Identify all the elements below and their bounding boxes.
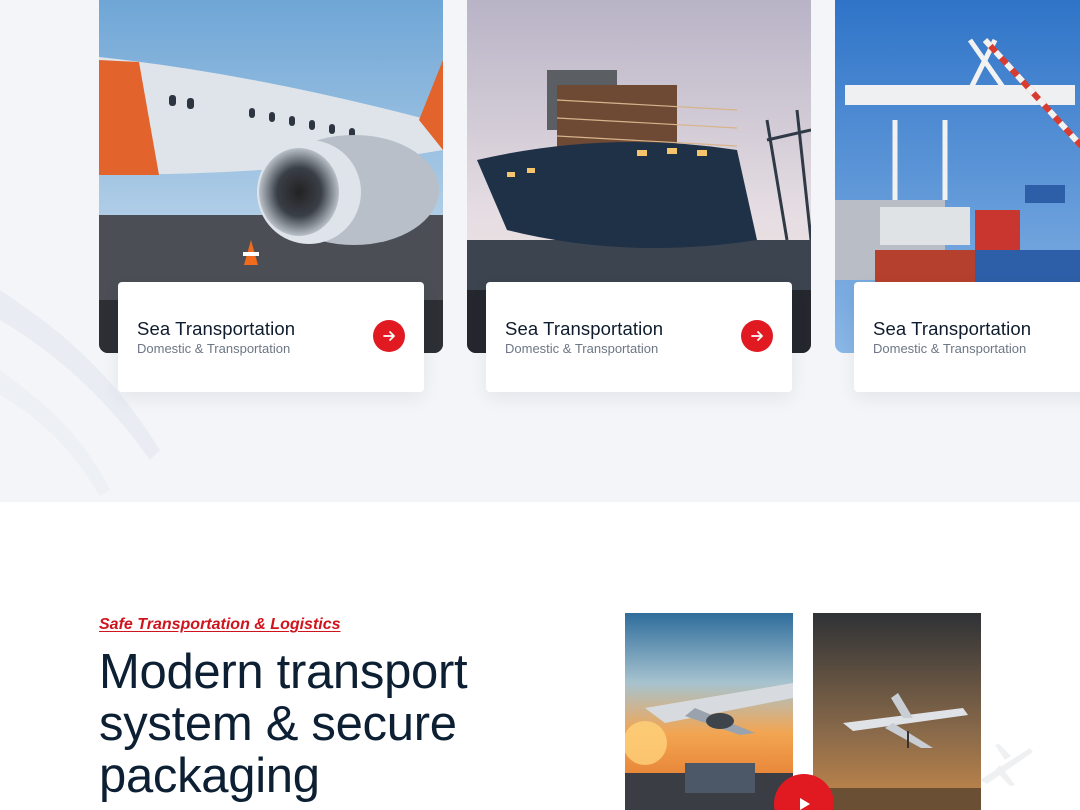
service-card-title: Sea Transportation	[137, 318, 296, 339]
arrow-right-button[interactable]	[741, 320, 773, 352]
service-card-2[interactable]: Sea Transportation Domestic & Transporta…	[467, 0, 811, 400]
arrow-right-button[interactable]	[373, 320, 405, 352]
section-kicker: Safe Transportation & Logistics	[99, 616, 341, 633]
section-headline: Modern transport system & secure packagi…	[99, 645, 468, 803]
service-card-subtitle: Domestic & Transportation	[137, 341, 291, 356]
service-card-info: Sea Transportation Domestic & Transporta…	[486, 282, 792, 392]
service-card-title: Sea Transportation	[873, 318, 1032, 339]
play-icon	[800, 798, 810, 810]
services-band: Sea Transportation Domestic & Transporta…	[0, 0, 1080, 502]
service-card-3[interactable]: Sea Transportation Domestic & Transporta…	[835, 0, 1080, 400]
arrow-right-icon	[383, 331, 395, 341]
service-card-1[interactable]: Sea Transportation Domestic & Transporta…	[99, 0, 443, 400]
service-card-title: Sea Transportation	[505, 318, 664, 339]
arrow-right-icon	[751, 331, 763, 341]
service-card-subtitle: Domestic & Transportation	[873, 341, 1027, 356]
plane-takeoff-photo	[813, 613, 981, 810]
service-card-info: Sea Transportation Domestic & Transporta…	[854, 282, 1080, 392]
sunset-plane-truck-photo	[625, 613, 793, 810]
service-card-subtitle: Domestic & Transportation	[505, 341, 659, 356]
service-card-info: Sea Transportation Domestic & Transporta…	[118, 282, 424, 392]
plane-outline-icon	[980, 744, 1033, 786]
